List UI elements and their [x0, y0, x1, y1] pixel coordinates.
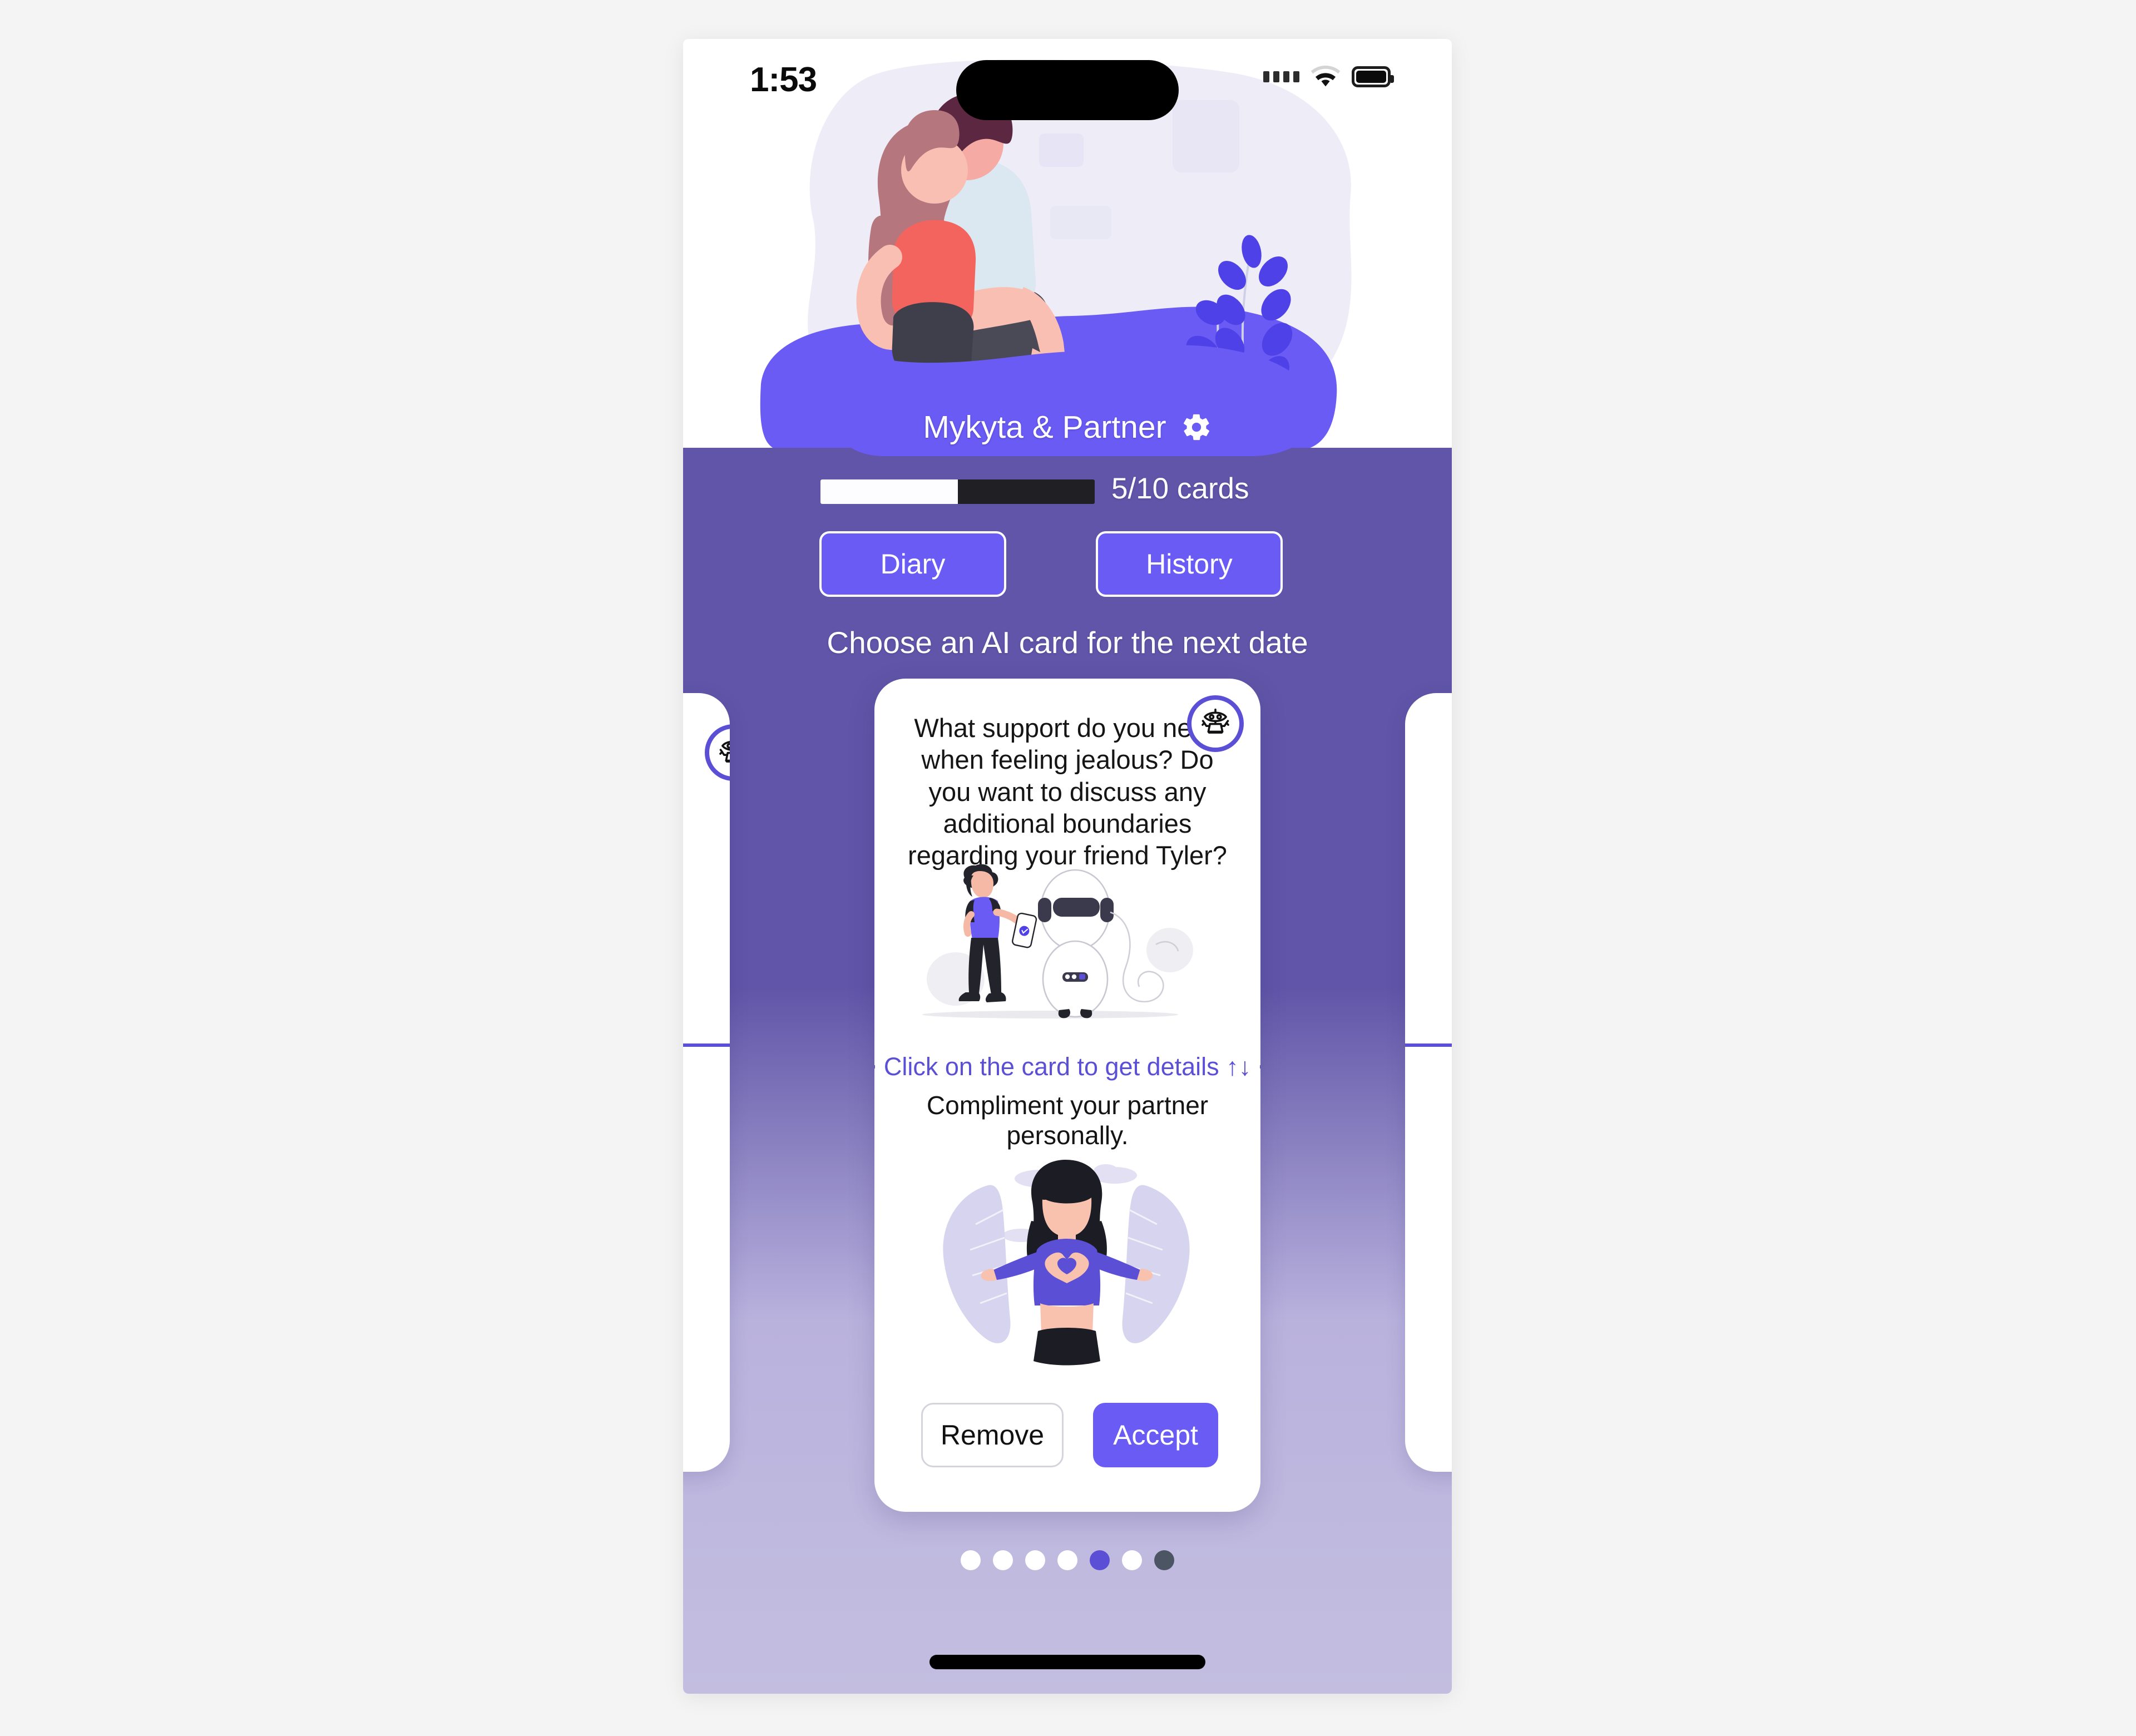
robot-icon: [719, 741, 730, 763]
card-actions: Remove Accept: [874, 1403, 1260, 1470]
pagination-dot-3[interactable]: [1025, 1550, 1045, 1570]
robot-icon: [1202, 708, 1229, 734]
header-panel: Mykyta & Partner 5/10 cards Diary Histor…: [683, 328, 1452, 712]
pagination-dot-2[interactable]: [993, 1550, 1013, 1570]
dynamic-island: [956, 60, 1179, 120]
couple-title: Mykyta & Partner: [923, 409, 1166, 445]
pagination-dot-4[interactable]: [1057, 1550, 1077, 1570]
cards-progress-bar: [820, 479, 1095, 504]
peek-divider: [1405, 1043, 1452, 1047]
next-card-peek[interactable]: [1405, 693, 1452, 1472]
robot-badge-previous[interactable]: [705, 724, 730, 781]
card-subtitle-text: Compliment your partner personally.: [926, 1091, 1209, 1150]
card-question-text: What support do you need when feeling je…: [908, 713, 1227, 871]
wifi-icon: [1311, 66, 1341, 87]
accept-button[interactable]: Accept: [1093, 1403, 1218, 1467]
cards-progress-label: 5/10 cards: [1111, 472, 1249, 505]
woman-making-heart-hands-illustration: [922, 1154, 1212, 1377]
diary-button[interactable]: Diary: [819, 531, 1006, 597]
phone-frame: 1:53 Mykyta & Partner 5/10 cards Diary H…: [683, 39, 1452, 1694]
previous-card-peek[interactable]: [683, 693, 730, 1472]
history-button[interactable]: History: [1096, 531, 1283, 597]
remove-button[interactable]: Remove: [921, 1403, 1064, 1467]
pagination-dot-5[interactable]: [1090, 1550, 1110, 1570]
cards-progress-fill: [820, 479, 958, 504]
status-icons: [1263, 66, 1394, 88]
section-title: Choose an AI card for the next date: [827, 625, 1308, 660]
pagination-dot-6[interactable]: [1122, 1550, 1142, 1570]
card-hint-text: Click on the card to get details ↑↓: [883, 1052, 1252, 1081]
robot-badge-current[interactable]: [1187, 695, 1244, 752]
gear-icon[interactable]: [1181, 412, 1212, 443]
peek-divider: [683, 1043, 730, 1047]
home-indicator[interactable]: [929, 1655, 1205, 1669]
card-carousel: What support do you need when feeling je…: [683, 679, 1452, 1555]
card-hint-row: Click on the card to get details ↑↓: [874, 1052, 1260, 1081]
pagination-dot-7[interactable]: [1154, 1550, 1174, 1570]
hint-divider-left: [874, 1065, 875, 1069]
battery-icon: [1352, 66, 1394, 87]
couple-title-row[interactable]: Mykyta & Partner: [683, 409, 1452, 446]
status-bar: 1:53: [683, 39, 1452, 122]
person-with-phone-and-robot-illustration: [917, 861, 1220, 1022]
pagination-dots: [683, 1544, 1452, 1577]
signal-dots-icon: [1263, 71, 1299, 82]
ai-card[interactable]: What support do you need when feeling je…: [874, 679, 1260, 1512]
pagination-dot-1[interactable]: [961, 1550, 981, 1570]
status-clock: 1:53: [750, 61, 817, 99]
header-buttons: Diary History: [683, 531, 1452, 598]
